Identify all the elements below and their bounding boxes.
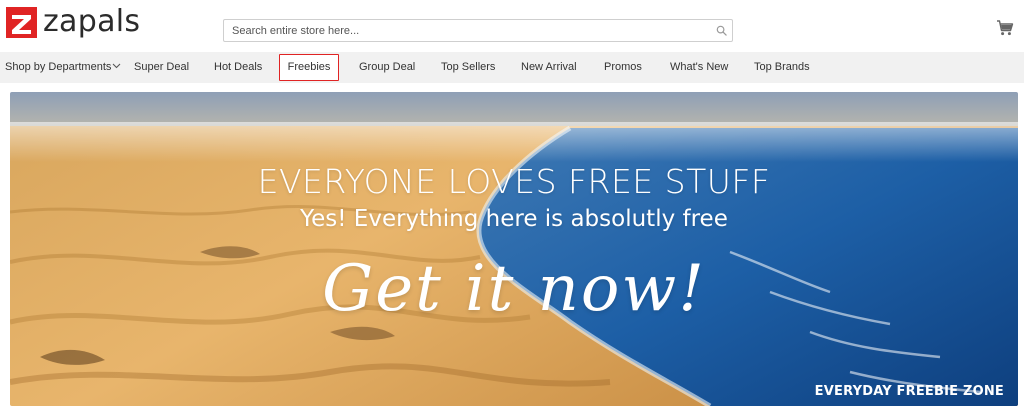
nav-super-deal[interactable]: Super Deal [134,52,189,83]
banner-headline: EVERYONE LOVES FREE STUFF [257,162,771,201]
site-header: zapals [0,0,1024,52]
cart-icon[interactable] [996,19,1014,37]
nav-hot-deals[interactable]: Hot Deals [214,52,262,83]
nav-top-sellers[interactable]: Top Sellers [441,52,495,83]
brand-logo[interactable]: zapals [6,6,140,38]
nav-top-brands[interactable]: Top Brands [754,52,810,83]
nav-item-label: Top Brands [754,61,810,73]
desert-ocean-banner-image [10,92,1018,406]
nav-item-label: Hot Deals [214,61,263,73]
nav-item-label: Top Sellers [441,61,496,73]
search-bar [223,19,733,42]
banner-cta-text: Get it now! [322,252,706,326]
nav-item-label: Shop by Departments [5,61,112,73]
nav-group-deal[interactable]: Group Deal [359,52,415,83]
main-nav: Shop by Departments Super Deal Hot Deals… [0,52,1024,83]
nav-item-label: Super Deal [134,61,190,73]
search-icon[interactable] [710,20,732,41]
nav-promos[interactable]: Promos [604,52,642,83]
nav-item-label: New Arrival [521,61,577,73]
banner-subline: Yes! Everything here is absolutly free [300,206,728,232]
zapals-logo-icon [6,6,37,38]
nav-new-arrival[interactable]: New Arrival [521,52,577,83]
brand-name: zapals [43,4,141,39]
banner-footer-label: EVERYDAY FREEBIE ZONE [814,384,1004,399]
nav-item-label: Freebies [287,61,331,73]
nav-item-label: Group Deal [359,61,416,73]
nav-whats-new[interactable]: What's New [670,52,728,83]
search-input[interactable] [224,20,710,41]
nav-item-label: Promos [604,61,642,73]
nav-shop-by-departments[interactable]: Shop by Departments [5,52,121,83]
nav-item-label: What's New [670,61,729,73]
freebies-hero-banner[interactable]: EVERYONE LOVES FREE STUFF Yes! Everythin… [10,92,1018,406]
chevron-down-icon [113,63,121,69]
nav-freebies[interactable]: Freebies [279,54,339,81]
